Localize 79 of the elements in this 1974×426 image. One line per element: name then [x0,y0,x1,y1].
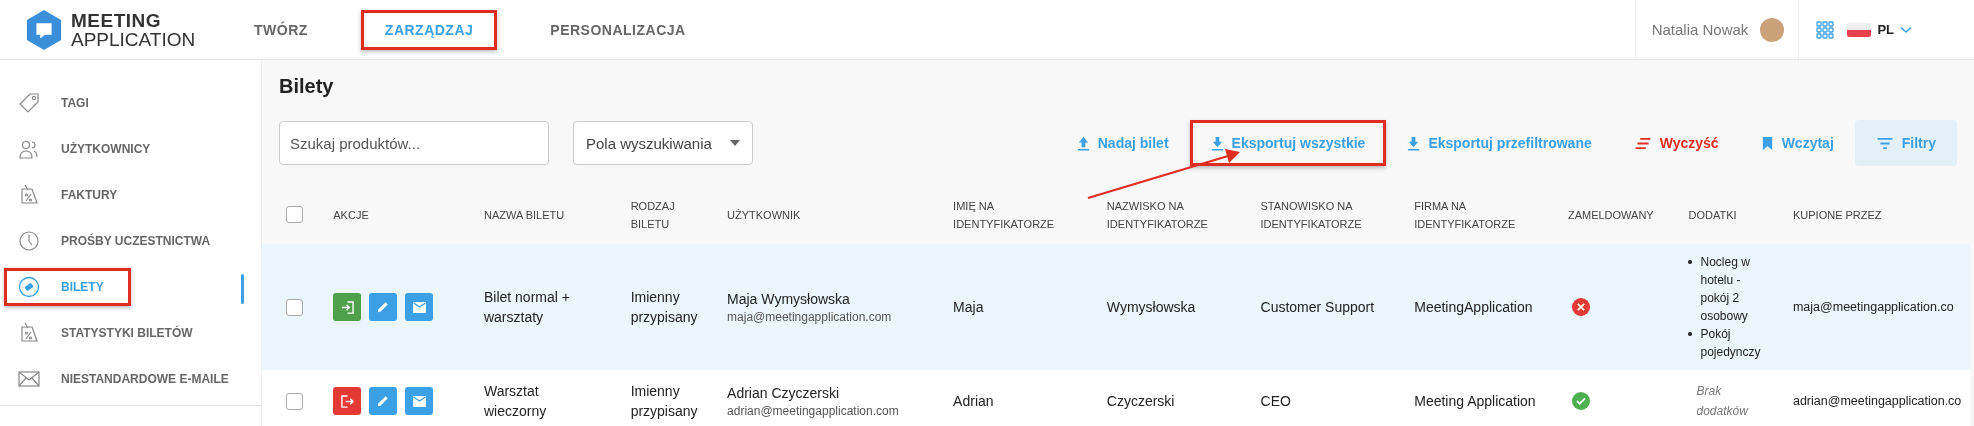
sidebar-item[interactable]: TAGI [0,80,261,126]
table-cell-text: Meeting Application [1414,392,1536,411]
pencil-icon [377,395,390,407]
table-cell-text: Customer Support [1260,298,1375,317]
select-all-checkbox[interactable] [286,206,303,223]
pencil-icon [377,301,390,313]
edit-button[interactable] [369,293,398,321]
apps-grid-icon[interactable] [1816,20,1835,39]
sidebar-item[interactable]: STATYSTYKI BILETÓW [0,310,261,356]
user-menu[interactable]: Natalia Nowak [1634,0,1800,59]
search-field[interactable]: Szukaj produktów... [279,121,549,165]
flag-icon [1847,22,1872,37]
sidebar-item[interactable]: PROŚBY UCZESTNICTWA [0,218,261,264]
search-fields-select[interactable]: Pola wyszukiwania [573,121,753,165]
column-header: NAZWISKO NA IDENTYFIKATORZE [1106,198,1208,232]
row-checkbox[interactable] [286,392,303,410]
ticket-name: Bilet normal + warsztaty [483,288,571,327]
user-email: maja@meetingapplication.com [727,309,893,324]
row-checkbox[interactable] [286,298,303,316]
column-header: IMIĘ NA IDENTYFIKATORZE [953,198,1055,232]
download-icon [1210,135,1224,151]
column-header: UŻYTKOWNIK [727,207,801,223]
upload-icon [1076,135,1090,151]
dropdown-icon [730,140,740,146]
edit-button[interactable] [369,387,398,415]
table-cell-text: Czyczerski [1106,392,1175,411]
nav-tab[interactable]: TWÓRZ [230,9,332,50]
clock-icon [17,229,41,253]
email-button[interactable] [405,387,434,415]
table-cell-text: Maja [953,298,984,317]
column-header: STANOWISKO NA IDENTYFIKATORZE [1260,198,1362,232]
page-title: Bilety [279,74,335,99]
toolbar-button[interactable]: Wyczyść [1612,120,1740,166]
ticket-icon [17,275,41,299]
column-header: RODZAJ BILETU [630,198,675,232]
table-cell-text: MeetingApplication [1414,298,1533,317]
user-name: Maja Wymysłowska [727,290,851,307]
envelope-icon [412,395,426,407]
column-header: NAZWA BILETU [483,207,565,223]
column-header: FIRMA NA IDENTYFIKATORZE [1414,198,1516,232]
logo-subtitle: APPLICATION [71,29,196,49]
logo-wordmark: MEETING [71,10,163,30]
check-in-button[interactable] [333,387,362,415]
active-indicator [241,274,244,304]
ticket-type: Imienny przypisany [630,288,699,327]
filter-icon [1875,136,1894,150]
sidebar-item[interactable]: FAKTURY [0,172,261,218]
login-icon [340,300,354,314]
no-extras-note: Brak dodatków [1696,383,1750,420]
chevron-icon [1900,25,1912,34]
column-header: DODATKI [1688,207,1737,223]
logout-icon [340,394,354,408]
table-cell-text: Adrian [953,392,994,411]
column-header: KUPIONE PRZEZ [1792,207,1882,223]
sidebar-item[interactable]: UŻYTKOWNICY [0,126,261,172]
ticket-name: Warsztat wieczorny [483,382,548,421]
envelope-icon [412,301,426,313]
user-email: adrian@meetingapplication.com [727,403,900,418]
nav-tab[interactable]: PERSONALIZACJA [526,9,710,50]
column-header: AKCJE [333,207,369,223]
sidebar-item[interactable]: NIESTANDARDOWE E-MAILE [0,356,261,402]
buyer-email: maja@meetingapplication.co [1792,299,1954,316]
tag-icon [17,91,41,115]
language-select[interactable]: PL [1847,22,1912,37]
column-header: ZAMELDOWANY [1567,207,1654,223]
check-in-button[interactable] [333,293,362,321]
clear-icon [1633,136,1652,150]
table-cell-text: CEO [1260,392,1291,411]
extra-item: Nocleg w hotelu - pokój 2 osobowy [1700,254,1751,325]
avatar [1760,17,1785,42]
ticket-type: Imienny przypisany [630,382,699,421]
email-button[interactable] [405,293,434,321]
extra-item: Pokój pojedynczy [1700,326,1762,361]
table-cell-text: Wymysłowska [1106,298,1196,317]
bookmark-icon [1760,135,1774,151]
buyer-email: adrian@meetingapplication.co [1792,393,1962,410]
download-icon [1407,135,1421,151]
user-name: Adrian Czyczerski [727,384,841,401]
logo-icon [25,8,63,51]
